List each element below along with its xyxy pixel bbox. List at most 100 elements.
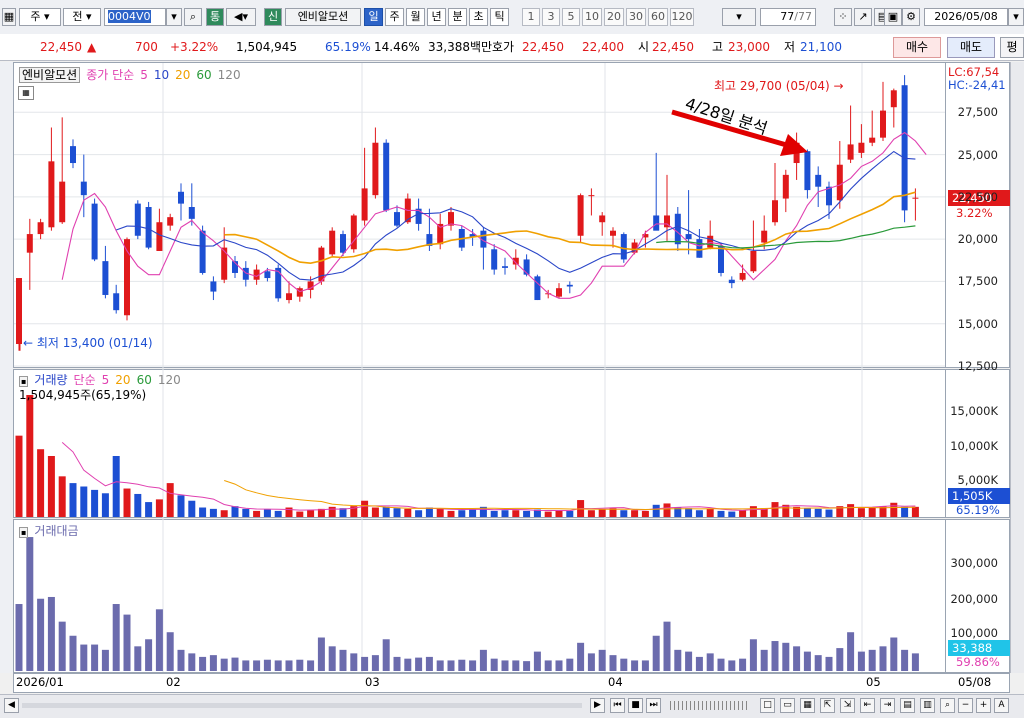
volume-bar-35 (393, 508, 401, 517)
last-icon[interactable]: ⏭ (646, 698, 661, 713)
volume-bar-59 (652, 504, 660, 517)
tool8-icon[interactable]: ▤ (900, 698, 915, 713)
grid-toggle-icon[interactable]: ▦ (18, 86, 34, 100)
candle-body-33 (372, 142, 379, 196)
last-price-pct: 3.22% (956, 206, 993, 220)
amount-bar-21 (242, 660, 250, 671)
amount-bar-62 (685, 651, 693, 671)
amount-bar-69 (760, 649, 768, 671)
candle-body-51 (566, 284, 573, 287)
amount-bar-41 (458, 659, 466, 671)
volume-bar-5 (69, 483, 77, 517)
tool6-icon[interactable]: ⇤ (860, 698, 875, 713)
tool1-icon[interactable]: □ (760, 698, 775, 713)
candle-body-53 (588, 195, 595, 197)
first-icon[interactable]: ⏮ (610, 698, 625, 713)
amount-legend-name: 거래대금 (34, 524, 79, 538)
legend-ma10: 10 (153, 68, 170, 82)
candle-body-80 (880, 110, 886, 138)
tool2-icon[interactable]: ▭ (780, 698, 795, 713)
candle-body-52 (577, 195, 584, 236)
amount-bar-71 (782, 642, 790, 671)
price-tick-4: 17,500 (957, 274, 998, 289)
amount-bar-68 (749, 639, 757, 671)
amount-bar-63 (695, 656, 703, 671)
amount-bar-0 (15, 604, 23, 671)
candle-body-76 (836, 164, 843, 201)
volume-legend-name: 거래량 (34, 373, 68, 387)
candle-body-71 (782, 174, 789, 199)
volume-last-box: 1,505K (948, 488, 1010, 504)
amount-bar-40 (447, 660, 455, 671)
volume-bar-27 (307, 510, 315, 517)
volume-bar-37 (415, 510, 423, 517)
candle-body-55 (610, 230, 616, 236)
amount-bar-67 (739, 658, 747, 671)
amount-bar-7 (91, 644, 99, 671)
candle-body-4 (59, 181, 66, 223)
x-label-apr: 04 (608, 675, 623, 689)
candle-body-2 (37, 222, 44, 235)
legend-stock-name: 엔비알모션 (19, 67, 81, 83)
amount-tick-1: 200,000 (950, 592, 998, 606)
tool3-icon[interactable]: ▦ (800, 698, 815, 713)
volume-bar-24 (274, 510, 282, 517)
volume-bar-10 (123, 488, 131, 517)
amount-bar-81 (890, 637, 898, 671)
volume-bar-40 (447, 510, 455, 517)
volume-legend-ma20: 20 (115, 373, 131, 387)
legend-ma20: 20 (175, 68, 191, 82)
zoom-icon[interactable]: ⌕ (940, 698, 955, 713)
lc-label: LC:67,54 (948, 65, 1000, 79)
x-label-mar: 03 (365, 675, 380, 689)
amount-toggle-icon[interactable]: ▪ (19, 527, 29, 538)
amount-bar-25 (285, 660, 293, 671)
volume-bar-20 (231, 506, 239, 517)
candle-body-17 (199, 230, 206, 273)
bottom-scrollbar[interactable]: ◀ ▶ ⏮ ■ ⏭ □ ▭ ▦ ⇱ ⇲ ⇤ ⇥ ▤ ▥ ⌕ − + A (0, 694, 1024, 718)
candle-body-44 (491, 249, 498, 270)
amount-bar-4 (58, 621, 66, 671)
hc-label: HC:-24,41 (948, 78, 1006, 92)
tool9-icon[interactable]: ▥ (920, 698, 935, 713)
amount-bar-48 (533, 651, 541, 671)
amount-bar-8 (101, 649, 109, 671)
amount-bar-47 (523, 661, 531, 671)
zoom-slider[interactable] (670, 701, 750, 710)
candle-body-1 (26, 234, 33, 253)
text-tool-icon[interactable]: A (994, 698, 1009, 713)
candle-body-18 (210, 281, 217, 292)
candle-body-59 (653, 215, 660, 231)
zoom-in-icon[interactable]: + (976, 698, 991, 713)
tool7-icon[interactable]: ⇥ (880, 698, 895, 713)
tool4-icon[interactable]: ⇱ (820, 698, 835, 713)
scroll-track[interactable] (22, 703, 582, 708)
tool5-icon[interactable]: ⇲ (840, 698, 855, 713)
scroll-right-icon[interactable]: ▶ (590, 698, 605, 713)
amount-bar-55 (609, 655, 617, 671)
stop-icon[interactable]: ■ (628, 698, 643, 713)
amount-bar-6 (80, 644, 88, 671)
amount-last-pct: 59.86% (956, 655, 1000, 669)
candle-body-79 (869, 137, 876, 143)
amount-bar-36 (404, 658, 412, 671)
candle-body-13 (156, 222, 163, 251)
volume-bar-53 (587, 510, 595, 517)
zoom-out-icon[interactable]: − (958, 698, 973, 713)
candle-body-30 (340, 234, 346, 253)
volume-bar-54 (598, 509, 606, 517)
x-axis (13, 673, 1010, 693)
scroll-left-icon[interactable]: ◀ (4, 698, 19, 713)
candle-body-0 (16, 278, 22, 345)
volume-bar-77 (847, 504, 855, 517)
candle-body-15 (178, 191, 184, 204)
amount-bar-42 (469, 660, 477, 671)
amount-bar-23 (263, 659, 271, 671)
amount-legend: ▪ 거래대금 (19, 522, 85, 539)
price-tick-0: 27,500 (957, 105, 998, 120)
candle-body-78 (858, 142, 865, 153)
candle-body-83 (912, 197, 919, 199)
amount-bar-17 (199, 656, 207, 671)
volume-bar-32 (361, 500, 369, 517)
candle-body-82 (901, 85, 908, 211)
